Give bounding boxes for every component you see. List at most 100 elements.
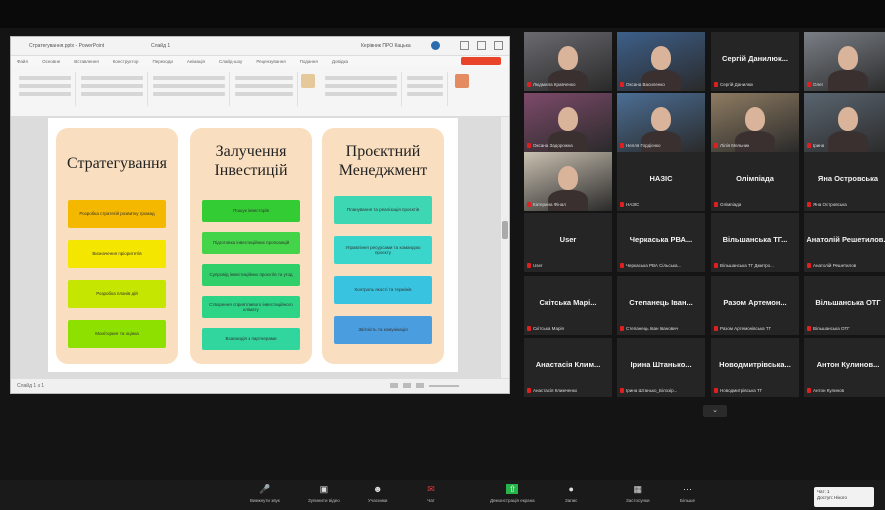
participant-caption: Степанець Іван Іванович (620, 325, 678, 332)
participant-tile[interactable]: Вільшанська ОТГ Вільшанська ОТГ (804, 276, 885, 335)
menu-item[interactable]: Конструктор (113, 59, 139, 64)
participant-caption-text: Вільшанська ТГ Дмитро... (720, 263, 774, 268)
participant-caption: Вільшанська ТГ Дмитро... (714, 262, 774, 269)
participant-tile[interactable]: Нелля Гордієнко (617, 93, 705, 152)
menu-item[interactable]: Переходи (152, 59, 172, 64)
ribbon-group-paragraph[interactable] (231, 72, 298, 106)
participant-caption: Катерина Фінал (527, 201, 566, 208)
tb-more-button[interactable]: ⋯ Більше (680, 484, 695, 503)
participant-caption: Оксана Василенко (620, 81, 665, 88)
more-icon: ⋯ (683, 484, 693, 494)
tb-record-button[interactable]: ● Запис (565, 484, 577, 503)
participant-caption: Ірина (807, 142, 824, 149)
tb-video-button[interactable]: ▣ Зупинити відео (308, 484, 340, 503)
participant-caption: Яна Островська (807, 201, 847, 208)
slide-column: Стратегування Розробка стратегій розвитку… (56, 128, 178, 364)
participant-tile[interactable]: Ірина Штанько... Ірина Штанько_Білозір... (617, 338, 705, 397)
menu-item[interactable]: Рецензування (256, 59, 285, 64)
ribbon-group-slides[interactable] (77, 72, 148, 106)
participant-tile[interactable]: Олімпіада Олімпіада (711, 152, 799, 211)
participant-tile[interactable]: Оксана Задорожна (524, 93, 612, 152)
scroll-thumb[interactable] (502, 221, 508, 239)
mic-muted-icon (807, 326, 811, 331)
close-icon[interactable] (494, 41, 503, 50)
participant-caption-text: Анастасія Климченко (533, 388, 578, 393)
reading-view-icon[interactable] (416, 383, 424, 388)
slide-counter: Слайд 1 з 1 (17, 383, 45, 389)
participant-tile[interactable]: Сергій Данилюк... Сергій Данилюк (711, 32, 799, 91)
participant-caption-text: Оксана Задорожна (533, 143, 573, 148)
participant-tile[interactable]: Вільшанська ТГ... Вільшанська ТГ Дмитро..… (711, 213, 799, 272)
participant-tile[interactable]: Скітська Марі... Скітська Марія (524, 276, 612, 335)
mic-muted-icon (807, 82, 811, 87)
view-buttons (390, 383, 459, 388)
pp-title-bar: Стратегування.pptx - PowerPoint Слайд 1 … (11, 37, 509, 56)
normal-view-icon[interactable] (390, 383, 398, 388)
mic-muted-icon (807, 202, 811, 207)
menu-item[interactable]: Довідка (332, 59, 348, 64)
tb-chat-button[interactable]: ✉ Чат (425, 484, 437, 503)
participant-tile[interactable]: Анастасія Клим... Анастасія Климченко (524, 338, 612, 397)
zoom-slider[interactable] (429, 385, 459, 387)
notification-popup[interactable]: Чат: 1 Доступ: Нікого (814, 487, 874, 507)
shapes-icon[interactable] (301, 74, 315, 88)
participant-tile[interactable]: Лілія Мельник (711, 93, 799, 152)
participant-tile[interactable]: Степанець Іван... Степанець Іван Іванович (617, 276, 705, 335)
participant-tile[interactable]: Ірина (804, 93, 885, 152)
share-button[interactable] (461, 57, 501, 65)
participant-tile[interactable]: Черкаська РВА... Черкаська РВА Сільська..… (617, 213, 705, 272)
participant-tile[interactable]: Яна Островська Яна Островська (804, 152, 885, 211)
menu-item[interactable]: Слайд-шоу (219, 59, 242, 64)
participant-caption: Людмила Кравченко (527, 81, 576, 88)
mic-muted-icon (527, 388, 531, 393)
mic-muted-icon (620, 263, 624, 268)
participant-caption-text: НАЗІС (626, 202, 640, 207)
participant-tile[interactable]: Людмила Кравченко (524, 32, 612, 91)
tb-participants-button[interactable]: ☻ Учасники (368, 484, 387, 503)
participant-tile[interactable]: Антон Кулинов... Антон Кулинов (804, 338, 885, 397)
participant-caption-text: Степанець Іван Іванович (626, 326, 679, 331)
mic-muted-icon (620, 143, 624, 148)
participant-caption: Разом Артемонівська ТГ (714, 325, 771, 332)
ribbon-group-editing[interactable] (403, 72, 448, 106)
participant-tile[interactable]: НАЗІС НАЗІС (617, 152, 705, 211)
menu-item[interactable]: Основне (42, 59, 60, 64)
participant-caption: Нелля Гордієнко (620, 142, 661, 149)
participant-tile[interactable]: Катерина Фінал (524, 152, 612, 211)
slide-item-box: Створення сприятливого інвестиційного кл… (202, 296, 300, 318)
participant-tile[interactable]: Оксана Василенко (617, 32, 705, 91)
menu-item[interactable]: Анімація (187, 59, 205, 64)
scroll-down-button[interactable]: ⌄ (703, 405, 727, 417)
participant-tile[interactable]: Анатолій Решетилов... Анатолій Решетилов (804, 213, 885, 272)
vertical-scrollbar[interactable] (501, 117, 509, 379)
participant-tile[interactable]: Олег (804, 32, 885, 91)
avatar[interactable] (431, 41, 440, 50)
participant-name: Скітська Марі... (539, 298, 597, 307)
participant-face (558, 166, 578, 190)
participant-face (558, 107, 578, 131)
menu-item[interactable]: Файл (17, 59, 28, 64)
pp-status-bar: Слайд 1 з 1 (11, 378, 509, 393)
designer-icon[interactable] (455, 74, 469, 88)
maximize-icon[interactable] (477, 41, 486, 50)
menu-item[interactable]: Вставлення (74, 59, 99, 64)
participant-name: Ірина Штанько... (630, 360, 692, 369)
participant-name: User (559, 235, 577, 244)
participant-name: Антон Кулинов... (816, 360, 880, 369)
tb-share-button[interactable]: ⇧ Демонстрація екрана (490, 484, 535, 503)
mic-muted-icon (620, 388, 624, 393)
mic-muted-icon (620, 202, 624, 207)
ribbon-group-clipboard[interactable] (15, 72, 76, 106)
participant-tile[interactable]: Новодмитрівська... Новодмитрівська ТГ (711, 338, 799, 397)
menu-item[interactable]: Подання (300, 59, 318, 64)
ribbon-group-drawing[interactable] (321, 72, 402, 106)
slide-column-title: Залучення Інвестицій (214, 143, 288, 179)
sorter-view-icon[interactable] (403, 383, 411, 388)
participant-tile[interactable]: User User (524, 213, 612, 272)
participant-tile[interactable]: Разом Артемон... Разом Артемонівська ТГ (711, 276, 799, 335)
ribbon-group-font[interactable] (149, 72, 230, 106)
minimize-icon[interactable] (460, 41, 469, 50)
tb-apps-button[interactable]: ▦ Застосунки (626, 484, 649, 503)
tb-audio-button[interactable]: 🎤 Вимкнути звук (250, 484, 280, 503)
toolbar-label: Демонстрація екрана (490, 498, 535, 503)
